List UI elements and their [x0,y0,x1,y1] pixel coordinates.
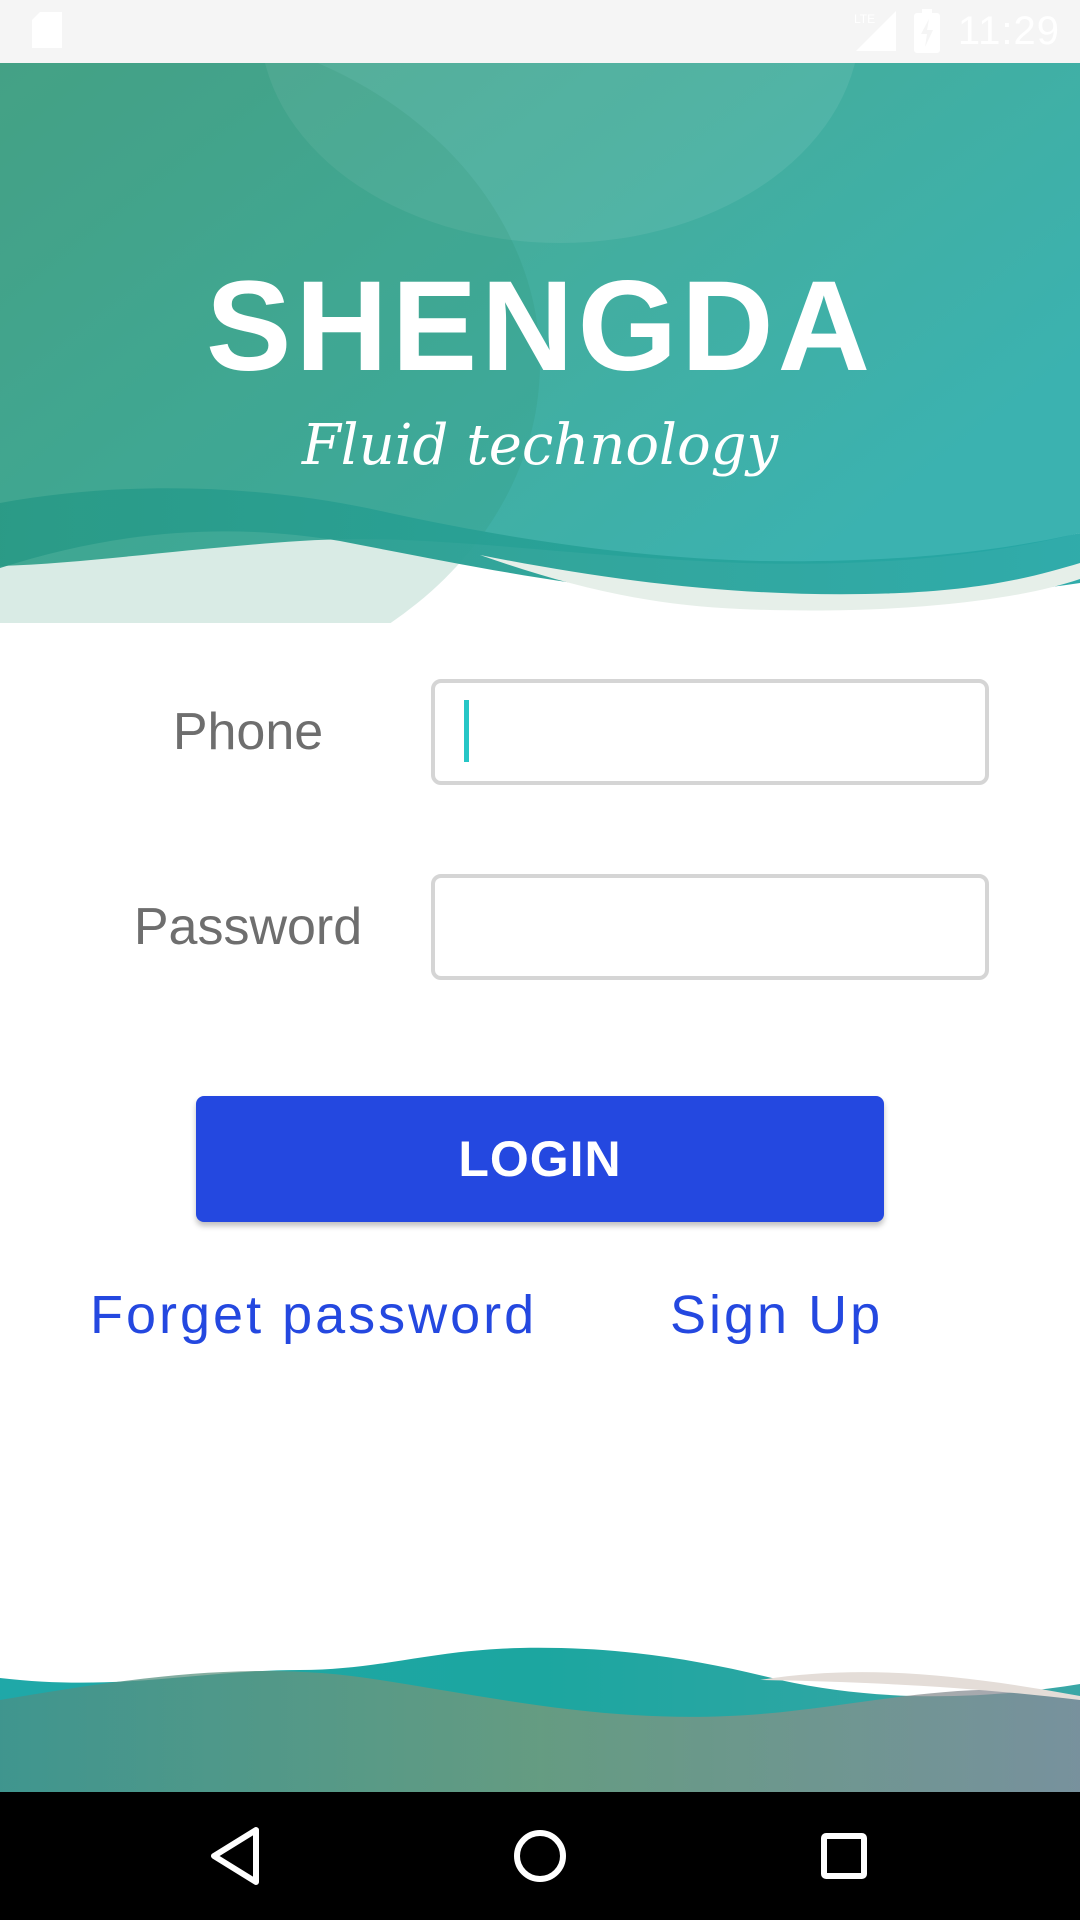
login-button[interactable]: LOGIN [196,1096,884,1222]
header-banner: SHENGDA Fluid technology [0,63,1080,623]
status-bar: LTE 11:29 [0,0,1080,63]
lte-signal-icon: LTE [854,11,896,51]
brand-tagline: Fluid technology [301,413,779,478]
sd-card-icon [32,12,62,48]
forget-password-link[interactable]: Forget password [90,1280,537,1350]
password-input[interactable] [431,874,989,980]
phone-input[interactable] [431,679,989,785]
home-circle-icon[interactable] [500,1816,580,1896]
text-cursor [464,700,469,762]
phone-label: Phone [172,703,324,761]
status-right-group: LTE 11:29 [852,8,1060,54]
navigation-bar [0,1792,1080,1920]
bottom-wave-decoration [0,1647,1080,1792]
status-time: 11:29 [957,8,1060,53]
password-row: Password [0,874,1080,980]
password-label: Password [133,898,363,956]
phone-row: Phone [0,679,1080,785]
battery-charging-icon [913,9,940,53]
recents-square-icon[interactable] [804,1816,884,1896]
brand-logo: SHENGDA [205,255,875,398]
svg-text:LTE: LTE [854,12,875,26]
back-triangle-icon[interactable] [196,1816,276,1896]
sign-up-link[interactable]: Sign Up [670,1280,883,1350]
